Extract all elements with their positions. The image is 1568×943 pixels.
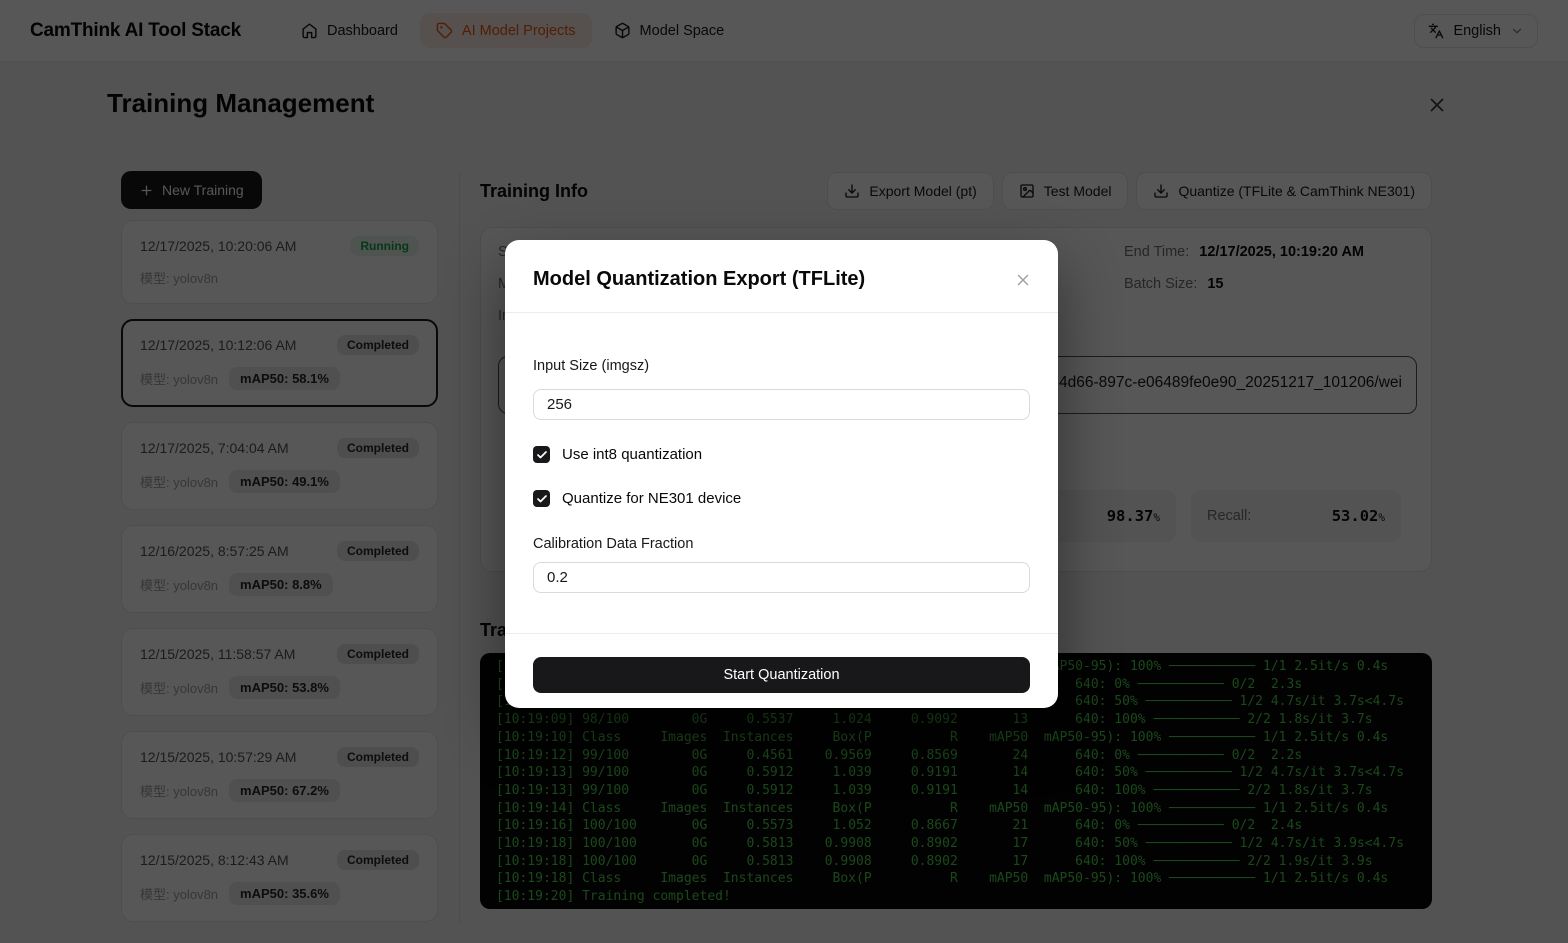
- modal-header-divider: [505, 312, 1058, 313]
- calibration-field[interactable]: [533, 562, 1030, 593]
- quantization-modal: Model Quantization Export (TFLite) Input…: [505, 240, 1058, 708]
- input-size-label: Input Size (imgsz): [533, 358, 649, 374]
- input-size-field[interactable]: [533, 389, 1030, 420]
- checkbox-checked[interactable]: [533, 446, 550, 463]
- int8-checkbox-label: Use int8 quantization: [562, 446, 702, 463]
- modal-footer-divider: [505, 633, 1058, 634]
- calibration-label: Calibration Data Fraction: [533, 536, 693, 552]
- ne301-checkbox-row[interactable]: Quantize for NE301 device: [533, 490, 741, 507]
- modal-title: Model Quantization Export (TFLite): [533, 268, 865, 291]
- start-quantization-button[interactable]: Start Quantization: [533, 657, 1030, 693]
- check-icon: [536, 493, 548, 505]
- int8-checkbox-row[interactable]: Use int8 quantization: [533, 446, 702, 463]
- ne301-checkbox-label: Quantize for NE301 device: [562, 490, 741, 507]
- checkbox-checked[interactable]: [533, 490, 550, 507]
- check-icon: [536, 449, 548, 461]
- modal-close-button[interactable]: [1014, 271, 1034, 291]
- close-icon: [1014, 271, 1034, 289]
